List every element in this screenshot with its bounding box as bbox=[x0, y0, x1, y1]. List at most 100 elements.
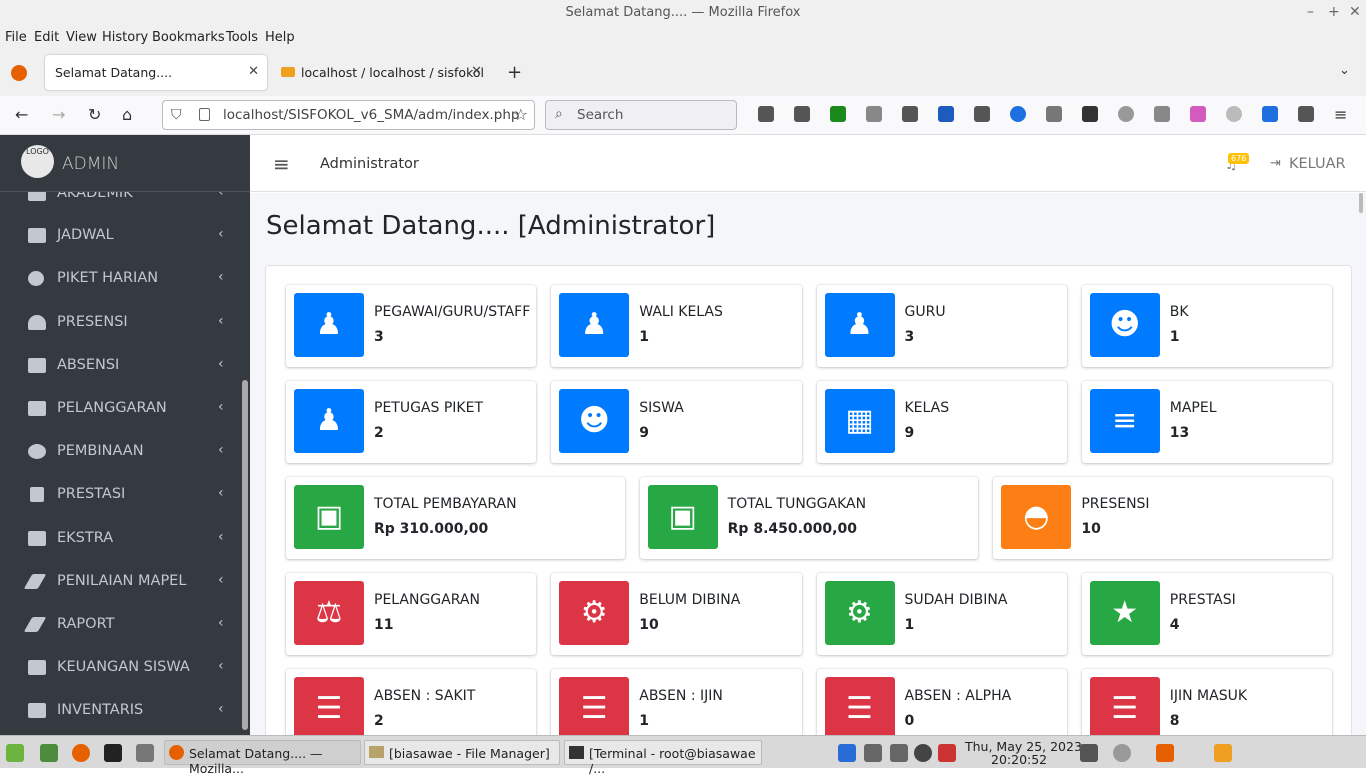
minimize-icon[interactable]: – bbox=[1307, 4, 1314, 20]
info-box-kelas[interactable]: ▦ KELAS 9 bbox=[816, 381, 1067, 463]
sidebar-item-presensi[interactable]: PRESENSI ‹ bbox=[0, 303, 240, 343]
menu-history[interactable]: History bbox=[102, 30, 148, 45]
new-tab-icon[interactable]: + bbox=[507, 62, 522, 83]
info-box-presensi[interactable]: ◓ PRESENSI 10 bbox=[993, 477, 1332, 559]
tray-firefox-icon[interactable] bbox=[1156, 744, 1174, 762]
lock-icon[interactable] bbox=[1046, 106, 1062, 122]
home-icon[interactable]: ⌂ bbox=[122, 105, 132, 124]
info-box-belum-dibina[interactable]: ⚙ BELUM DIBINA 10 bbox=[551, 573, 802, 655]
toggle-icon[interactable] bbox=[1226, 106, 1242, 122]
info-box-label: PEGAWAI/GURU/STAFF bbox=[374, 304, 531, 320]
menu-tools[interactable]: Tools bbox=[226, 30, 258, 45]
server-icon: ☰ bbox=[559, 677, 630, 741]
brand[interactable]: LOGO ADMIN bbox=[0, 135, 250, 192]
menu-bookmarks[interactable]: Bookmarks bbox=[152, 30, 225, 45]
info-box-value: 10 bbox=[1081, 521, 1101, 537]
extension-icon[interactable] bbox=[866, 106, 882, 122]
tab-selamat-datang[interactable]: Selamat Datang.... ✕ bbox=[45, 55, 267, 90]
list-tabs-icon[interactable]: ⌄ bbox=[1339, 63, 1350, 78]
puzzle-icon[interactable] bbox=[1154, 106, 1170, 122]
info-box-petugas-piket[interactable]: ♟ PETUGAS PIKET 2 bbox=[286, 381, 537, 463]
sidebar-item-raport[interactable]: RAPORT ‹ bbox=[0, 605, 240, 645]
sidebar-item-pembinaan[interactable]: PEMBINAAN ‹ bbox=[0, 432, 240, 472]
close-tab-icon[interactable]: ✕ bbox=[248, 64, 259, 79]
close-window-icon[interactable]: ✕ bbox=[1349, 4, 1361, 20]
tab-phpmyadmin[interactable]: localhost / localhost / sisfokol ✕ bbox=[277, 55, 490, 90]
logout-link[interactable]: KELUAR bbox=[1289, 156, 1346, 172]
url-bar[interactable]: ⛉ localhost/SISFOKOL_v6_SMA/adm/index.ph… bbox=[162, 100, 535, 130]
network-icon[interactable] bbox=[864, 744, 882, 762]
taskbar-file-manager[interactable]: [biasawae - File Manager] bbox=[364, 740, 560, 765]
sidebar-icon[interactable] bbox=[902, 106, 918, 122]
sidebar-item-pelanggaran[interactable]: PELANGGARAN ‹ bbox=[0, 389, 240, 429]
search-box[interactable]: ⌕ Search bbox=[545, 100, 737, 130]
sidebar-item-piket-harian[interactable]: PIKET HARIAN ‹ bbox=[0, 259, 240, 299]
firefox-icon[interactable] bbox=[11, 65, 27, 81]
info-box-label: TOTAL PEMBAYARAN bbox=[374, 496, 517, 512]
main-content: Selamat Datang.... [Administrator] ♟ PEGA… bbox=[250, 193, 1366, 751]
downloads-icon[interactable] bbox=[1262, 106, 1278, 122]
sidebar-scrollbar[interactable] bbox=[242, 380, 248, 730]
info-box-total-tunggakan[interactable]: ▣ TOTAL TUNGGAKAN Rp 8.450.000,00 bbox=[639, 477, 979, 559]
bookmark-star-icon[interactable]: ☆ bbox=[514, 105, 528, 124]
z-icon[interactable] bbox=[1010, 106, 1026, 122]
sidebar-item-penilaian-mapel[interactable]: PENILAIAN MAPEL ‹ bbox=[0, 562, 240, 602]
hamburger-menu-icon[interactable]: ≡ bbox=[1334, 105, 1347, 124]
maximize-icon[interactable]: + bbox=[1328, 4, 1340, 20]
page-scrollbar[interactable] bbox=[1359, 193, 1363, 213]
show-desktop-icon[interactable] bbox=[40, 744, 58, 762]
info-box-pelanggaran[interactable]: ⚖ PELANGGARAN 11 bbox=[286, 573, 537, 655]
tray-settings-icon[interactable] bbox=[1214, 744, 1232, 762]
clock-time[interactable]: 20:20:52 bbox=[991, 752, 1047, 767]
sidebar-item-jadwal[interactable]: JADWAL ‹ bbox=[0, 216, 240, 256]
close-tab-icon[interactable]: ✕ bbox=[471, 64, 482, 79]
sidebar-item-absensi[interactable]: ABSENSI ‹ bbox=[0, 346, 240, 386]
menu-file[interactable]: File bbox=[5, 30, 27, 45]
terminal-launcher-icon[interactable] bbox=[104, 744, 122, 762]
info-box-bk[interactable]: ☻ BK 1 bbox=[1081, 285, 1332, 367]
info-box-wali-kelas[interactable]: ♟ WALI KELAS 1 bbox=[551, 285, 802, 367]
globe-icon[interactable] bbox=[1118, 106, 1134, 122]
info-box-mapel[interactable]: ≡ MAPEL 13 bbox=[1081, 381, 1332, 463]
color-picker-icon[interactable] bbox=[1190, 106, 1206, 122]
info-box-siswa[interactable]: ☻ SISWA 9 bbox=[551, 381, 802, 463]
menu-help[interactable]: Help bbox=[265, 30, 295, 45]
menu-edit[interactable]: Edit bbox=[34, 30, 59, 45]
phpmyadmin-icon bbox=[281, 67, 295, 77]
taskbar-terminal[interactable]: [Terminal - root@biasawae /... bbox=[564, 740, 762, 776]
files-launcher-icon[interactable] bbox=[136, 744, 154, 762]
firefox-launcher-icon[interactable] bbox=[72, 744, 90, 762]
sidebar-item-keuangan-siswa[interactable]: KEUANGAN SISWA ‹ bbox=[0, 648, 240, 688]
library-icon[interactable] bbox=[794, 106, 810, 122]
info-box-label: PELANGGARAN bbox=[374, 592, 480, 608]
logout-icon[interactable]: ⇥ bbox=[1270, 156, 1281, 171]
menu-view[interactable]: View bbox=[66, 30, 97, 45]
download-arrow-icon[interactable] bbox=[830, 106, 846, 122]
sidebar-item-prestasi[interactable]: PRESTASI ‹ bbox=[0, 475, 240, 515]
save-icon[interactable] bbox=[938, 106, 954, 122]
info-box-prestasi[interactable]: ★ PRESTASI 4 bbox=[1081, 573, 1332, 655]
mint-menu-icon[interactable] bbox=[6, 744, 24, 762]
sidebar-item-inventaris[interactable]: INVENTARIS ‹ bbox=[0, 691, 240, 731]
volume-icon[interactable] bbox=[890, 744, 908, 762]
taskbar-firefox[interactable]: Selamat Datang.... — Mozilla... bbox=[164, 740, 361, 776]
hamburger-toggle-icon[interactable]: ≡ bbox=[273, 152, 290, 176]
bluetooth-status-icon[interactable] bbox=[914, 744, 932, 762]
page-info-icon[interactable] bbox=[199, 108, 210, 121]
qr-code-icon[interactable] bbox=[1082, 106, 1098, 122]
reload-icon[interactable]: ↻ bbox=[88, 105, 101, 124]
info-box-sudah-dibina[interactable]: ⚙ SUDAH DIBINA 1 bbox=[816, 573, 1067, 655]
back-icon[interactable]: ← bbox=[15, 105, 28, 124]
grid-icon[interactable] bbox=[974, 106, 990, 122]
pocket-icon[interactable] bbox=[758, 106, 774, 122]
sidebar-item-ekstra[interactable]: EKSTRA ‹ bbox=[0, 519, 240, 559]
extensions-icon[interactable] bbox=[1298, 106, 1314, 122]
forward-icon[interactable]: → bbox=[52, 105, 65, 124]
info-box-pegawai-guru-staff[interactable]: ♟ PEGAWAI/GURU/STAFF 3 bbox=[286, 285, 537, 367]
battery-icon[interactable] bbox=[1080, 744, 1098, 762]
workspace-icon[interactable] bbox=[1113, 744, 1131, 762]
update-shield-icon[interactable] bbox=[938, 744, 956, 762]
bluetooth-icon[interactable] bbox=[838, 744, 856, 762]
info-box-guru[interactable]: ♟ GURU 3 bbox=[816, 285, 1067, 367]
info-box-total-pembayaran[interactable]: ▣ TOTAL PEMBAYARAN Rp 310.000,00 bbox=[286, 477, 625, 559]
